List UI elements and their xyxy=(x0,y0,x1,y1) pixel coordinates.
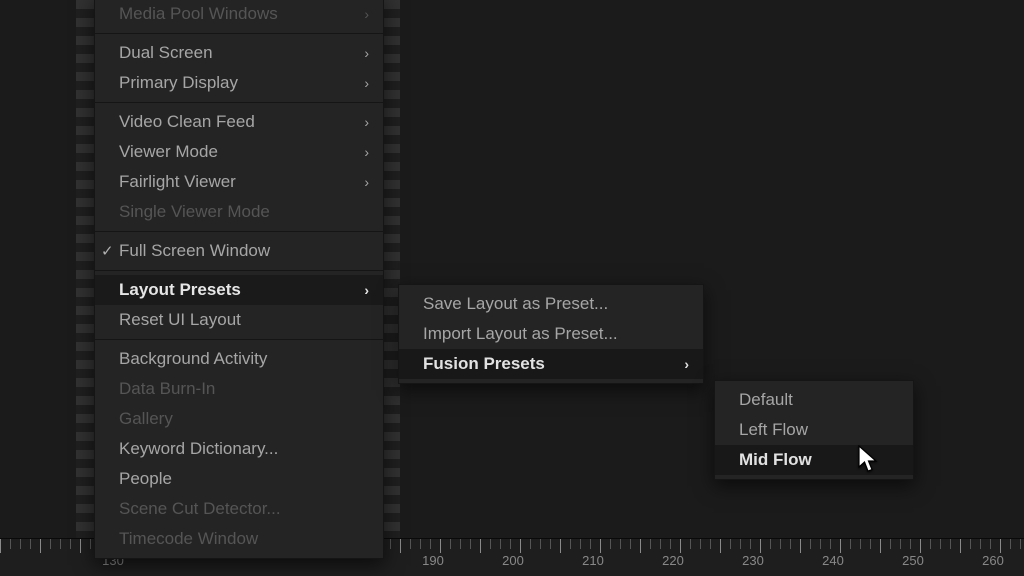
ruler-label: 250 xyxy=(902,553,924,568)
menu-item-left-flow[interactable]: Left Flow xyxy=(715,415,913,445)
menu-label: Media Pool Windows xyxy=(119,4,344,24)
chevron-right-icon: › xyxy=(364,114,369,130)
workspace-menu: Media Pool Windows › Dual Screen › Prima… xyxy=(94,0,384,559)
menu-item-viewer-mode[interactable]: Viewer Mode › xyxy=(95,137,383,167)
menu-label: Full Screen Window xyxy=(119,241,369,261)
layout-presets-submenu: Save Layout as Preset... Import Layout a… xyxy=(398,284,704,384)
menu-label: Save Layout as Preset... xyxy=(423,294,689,314)
menu-label: Data Burn-In xyxy=(119,379,369,399)
menu-separator xyxy=(95,231,383,232)
menu-label: Gallery xyxy=(119,409,369,429)
menu-item-data-burn-in[interactable]: Data Burn-In xyxy=(95,374,383,404)
chevron-right-icon: › xyxy=(364,174,369,190)
menu-item-primary-display[interactable]: Primary Display › xyxy=(95,68,383,98)
menu-item-scene-cut-detector[interactable]: Scene Cut Detector... xyxy=(95,494,383,524)
menu-item-full-screen-window[interactable]: ✓ Full Screen Window xyxy=(95,236,383,266)
chevron-right-icon: › xyxy=(364,282,369,298)
menu-label: Default xyxy=(739,390,899,410)
menu-label: Layout Presets xyxy=(119,280,344,300)
menu-item-gallery[interactable]: Gallery xyxy=(95,404,383,434)
menu-separator xyxy=(95,339,383,340)
menu-item-timecode-window[interactable]: Timecode Window xyxy=(95,524,383,554)
ruler-label: 210 xyxy=(582,553,604,568)
chevron-right-icon: › xyxy=(364,45,369,61)
chevron-right-icon: › xyxy=(364,75,369,91)
menu-item-fairlight-viewer[interactable]: Fairlight Viewer › xyxy=(95,167,383,197)
menu-item-single-viewer-mode[interactable]: Single Viewer Mode xyxy=(95,197,383,227)
menu-label: Import Layout as Preset... xyxy=(423,324,689,344)
menu-item-default[interactable]: Default xyxy=(715,385,913,415)
menu-item-layout-presets[interactable]: Layout Presets › xyxy=(95,275,383,305)
menu-label: People xyxy=(119,469,369,489)
menu-separator xyxy=(95,270,383,271)
menu-label: Fairlight Viewer xyxy=(119,172,344,192)
menu-label: Mid Flow xyxy=(739,450,899,470)
check-icon: ✓ xyxy=(101,242,114,260)
menu-item-keyword-dictionary[interactable]: Keyword Dictionary... xyxy=(95,434,383,464)
menu-label: Viewer Mode xyxy=(119,142,344,162)
menu-label: Primary Display xyxy=(119,73,344,93)
ruler-label: 200 xyxy=(502,553,524,568)
menu-separator xyxy=(95,102,383,103)
bg-stripe-left xyxy=(76,0,94,538)
menu-label: Single Viewer Mode xyxy=(119,202,369,222)
menu-label: Left Flow xyxy=(739,420,899,440)
menu-label: Keyword Dictionary... xyxy=(119,439,369,459)
menu-item-fusion-presets[interactable]: Fusion Presets › xyxy=(399,349,703,379)
menu-label: Dual Screen xyxy=(119,43,344,63)
chevron-right-icon: › xyxy=(364,6,369,22)
menu-item-video-clean-feed[interactable]: Video Clean Feed › xyxy=(95,107,383,137)
menu-item-dual-screen[interactable]: Dual Screen › xyxy=(95,38,383,68)
menu-label: Scene Cut Detector... xyxy=(119,499,369,519)
menu-label: Timecode Window xyxy=(119,529,369,549)
menu-item-reset-ui-layout[interactable]: Reset UI Layout xyxy=(95,305,383,335)
menu-item-import-layout[interactable]: Import Layout as Preset... xyxy=(399,319,703,349)
ruler-label: 260 xyxy=(982,553,1004,568)
menu-item-mid-flow[interactable]: Mid Flow xyxy=(715,445,913,475)
menu-separator xyxy=(95,33,383,34)
menu-label: Fusion Presets xyxy=(423,354,664,374)
ruler-label: 190 xyxy=(422,553,444,568)
menu-item-background-activity[interactable]: Background Activity xyxy=(95,344,383,374)
menu-label: Background Activity xyxy=(119,349,369,369)
ruler-label: 220 xyxy=(662,553,684,568)
bg-stripe-right xyxy=(382,0,400,538)
menu-item-save-layout[interactable]: Save Layout as Preset... xyxy=(399,289,703,319)
menu-label: Video Clean Feed xyxy=(119,112,344,132)
chevron-right-icon: › xyxy=(684,356,689,372)
ruler-label: 230 xyxy=(742,553,764,568)
menu-item-media-pool-windows[interactable]: Media Pool Windows › xyxy=(95,0,383,29)
menu-item-people[interactable]: People xyxy=(95,464,383,494)
menu-label: Reset UI Layout xyxy=(119,310,369,330)
ruler-label: 240 xyxy=(822,553,844,568)
chevron-right-icon: › xyxy=(364,144,369,160)
fusion-presets-submenu: Default Left Flow Mid Flow xyxy=(714,380,914,480)
